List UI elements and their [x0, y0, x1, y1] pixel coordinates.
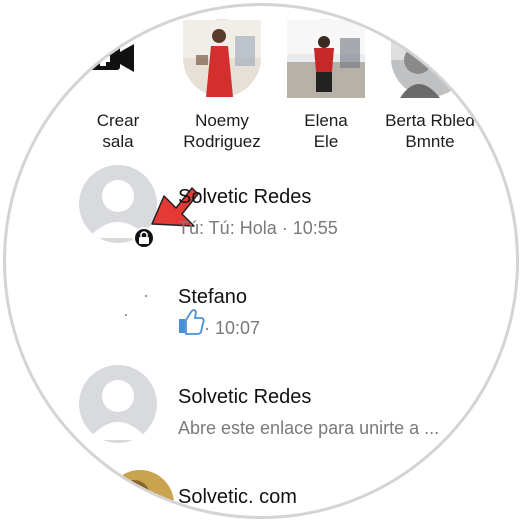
chat-avatar-placeholder[interactable]: [79, 365, 157, 443]
chat-name: Solvetic Redes: [178, 386, 312, 408]
chat-avatar-photo[interactable]: [106, 470, 174, 516]
avatar-noemy[interactable]: [183, 19, 261, 97]
story-label-line2: Ele: [313, 132, 339, 151]
story-label-line2: Rodriguez: [183, 132, 261, 151]
story-label-line1: Noemy: [195, 111, 249, 130]
chat-preview: Abre este enlace para unirte a ...: [178, 418, 440, 438]
messenger-screen: Crear sala Noemy Rodriguez Elena Ele Ber…: [0, 0, 520, 520]
story-label-line1: Crear: [96, 111, 140, 130]
story-label-elena[interactable]: Elena Ele: [266, 110, 386, 152]
canvas: [79, 19, 469, 516]
chat-name: Stefano: [178, 286, 247, 308]
story-label-line1: Berta Rbled: [385, 111, 475, 130]
chat-name: Solvetic. com: [178, 486, 297, 508]
chat-name: Solvetic Redes: [178, 186, 312, 208]
story-label-berta[interactable]: Berta Rbled Bmnte: [370, 110, 490, 152]
video-camera-plus-icon[interactable]: [86, 44, 134, 72]
avatar-dot: [145, 295, 147, 297]
circle-crop: Crear sala Noemy Rodriguez Elena Ele Ber…: [4, 4, 516, 516]
story-label-line1: Elena: [304, 111, 348, 130]
thumbs-up-icon: [179, 309, 205, 335]
avatar-dot: [125, 314, 127, 316]
story-label-noemy[interactable]: Noemy Rodriguez: [162, 110, 282, 152]
chat-preview: Tú: Tú: Hola · 10:55: [178, 218, 338, 238]
story-label-crear-sala[interactable]: Crear sala: [58, 110, 178, 152]
lock-icon: [133, 227, 155, 249]
avatar-berta[interactable]: [391, 19, 469, 98]
chat-preview-time: · 10:07: [204, 318, 261, 338]
story-label-line2: sala: [102, 132, 134, 151]
avatar-elena[interactable]: [287, 19, 365, 98]
story-label-line2: Bmnte: [405, 132, 455, 151]
